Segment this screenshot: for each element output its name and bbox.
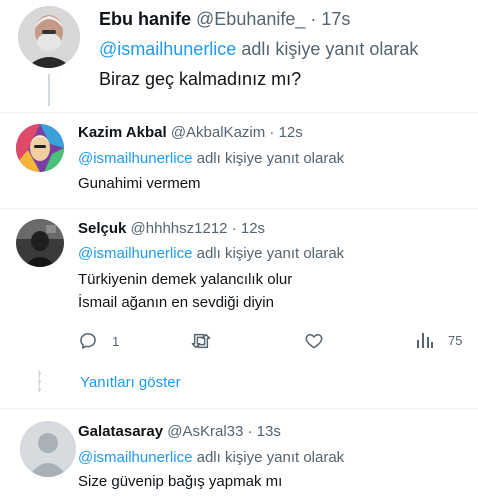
tweet-text-line: İsmail ağanın en sevdiği diyin bbox=[78, 294, 274, 311]
tweet-time[interactable]: · 12s bbox=[269, 124, 302, 141]
reply-context: adlı kişiye yanıt olarak bbox=[196, 150, 345, 167]
views-count: 75 bbox=[448, 332, 463, 348]
author-name[interactable]: Ebu hanife bbox=[99, 9, 191, 29]
author-name[interactable]: Galatasaray bbox=[78, 423, 163, 440]
author-name[interactable]: Selçuk bbox=[78, 220, 126, 237]
divider bbox=[0, 112, 478, 113]
mention-link[interactable]: @ismailhunerlice bbox=[99, 39, 236, 59]
author-handle[interactable]: @Ebuhanife_ bbox=[196, 9, 305, 29]
tweet-text: Biraz geç kalmadınız mı? bbox=[99, 69, 302, 89]
mention-link[interactable]: @ismailhunerlice bbox=[78, 449, 192, 466]
retweet-button[interactable] bbox=[190, 331, 212, 351]
tweet-time[interactable]: · 12s bbox=[232, 220, 265, 237]
divider bbox=[0, 408, 478, 409]
reply-context: adlı kişiye yanıt olarak bbox=[196, 245, 345, 262]
tweet-time[interactable]: · 17s bbox=[310, 9, 350, 29]
like-button[interactable] bbox=[304, 331, 324, 351]
author-handle[interactable]: @AkbalKazim bbox=[171, 124, 265, 141]
mention-link[interactable]: @ismailhunerlice bbox=[78, 245, 192, 262]
reply-context: adlı kişiye yanıt olarak bbox=[196, 449, 345, 466]
author-handle[interactable]: @hhhhsz1212 bbox=[131, 220, 228, 237]
avatar[interactable] bbox=[20, 421, 76, 477]
mention-link[interactable]: @ismailhunerlice bbox=[78, 150, 192, 167]
show-replies-link[interactable]: Yanıtları göster bbox=[80, 374, 181, 391]
avatar[interactable] bbox=[18, 6, 80, 68]
tweet-text: Size güvenip bağış yapmak mı bbox=[78, 473, 283, 490]
tweet-text: Gunahimi vermem bbox=[78, 175, 201, 192]
retweet-icon bbox=[190, 331, 212, 351]
thread-connector-line bbox=[48, 74, 50, 106]
author-name[interactable]: Kazim Akbal bbox=[78, 124, 167, 141]
avatar[interactable] bbox=[16, 219, 64, 267]
reply-button[interactable]: 1 bbox=[78, 331, 119, 351]
reply-count: 1 bbox=[112, 333, 120, 349]
tweet-text-line: Türkiyenin demek yalancılık olur bbox=[78, 271, 293, 288]
more-replies-dots bbox=[38, 372, 41, 394]
author-handle[interactable]: @AsKral33 bbox=[167, 423, 243, 440]
tweet-time[interactable]: · 13s bbox=[248, 423, 281, 440]
views-button[interactable]: 75 bbox=[416, 331, 462, 349]
reply-icon bbox=[78, 331, 98, 351]
analytics-icon bbox=[416, 331, 434, 349]
reply-context: adlı kişiye yanıt olarak bbox=[241, 39, 419, 59]
divider bbox=[0, 208, 478, 209]
avatar[interactable] bbox=[16, 124, 64, 172]
heart-icon bbox=[304, 331, 324, 351]
